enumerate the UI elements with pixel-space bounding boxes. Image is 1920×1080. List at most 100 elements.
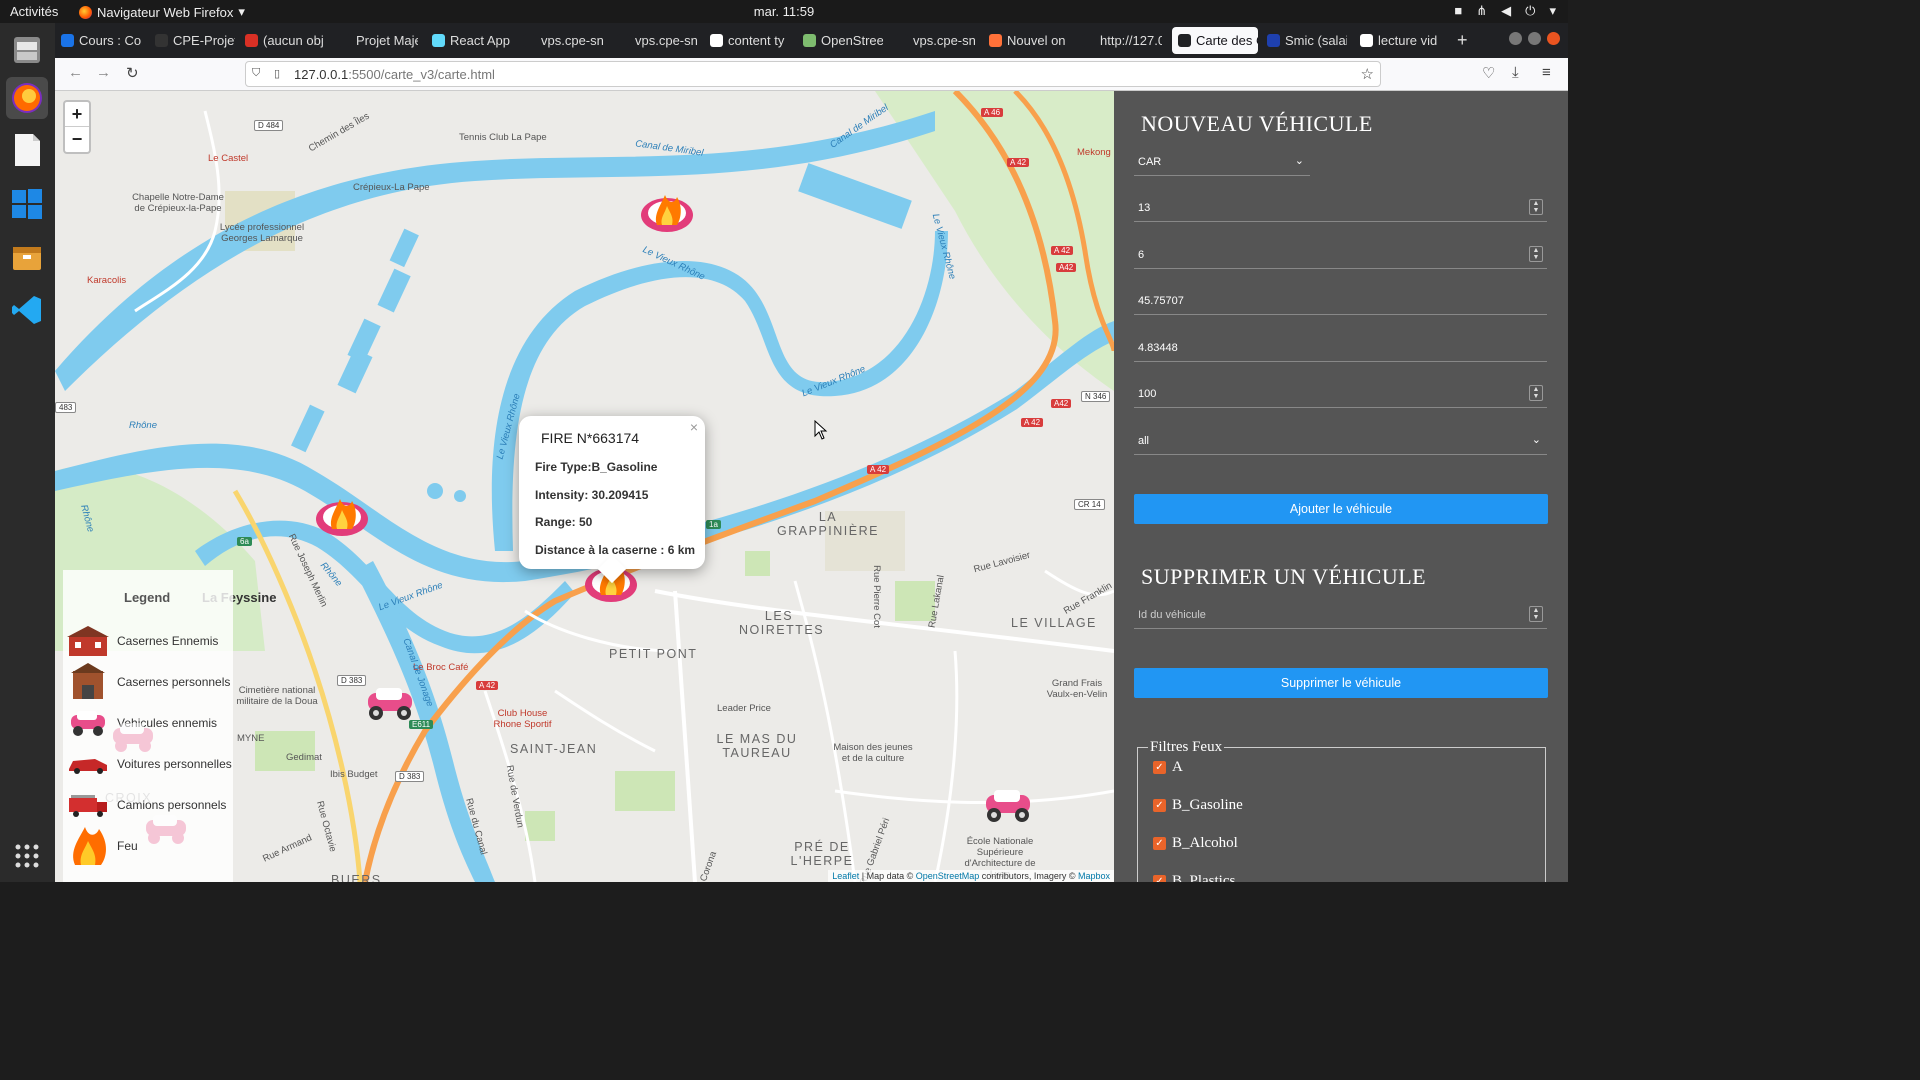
- bookmark-star-icon[interactable]: ☆: [1361, 65, 1374, 83]
- legend-label: Casernes Ennemis: [117, 634, 219, 648]
- tab-label: CPE-Projet: [173, 33, 235, 48]
- delete-vehicle-button[interactable]: Supprimer le véhicule: [1134, 668, 1548, 698]
- browser-tab[interactable]: (aucun obj: [245, 27, 325, 54]
- filter-select[interactable]: all ⌄: [1134, 429, 1547, 455]
- pocket-icon[interactable]: ♡: [1482, 64, 1495, 82]
- zoom-in-button[interactable]: +: [65, 102, 89, 127]
- leaflet-link[interactable]: Leaflet: [832, 871, 859, 881]
- clock[interactable]: mar. 11:59: [0, 4, 1568, 19]
- browser-tab[interactable]: OpenStree: [803, 27, 883, 54]
- dock-firefox[interactable]: [6, 77, 48, 119]
- url-host: 127.0.0.1: [294, 67, 349, 82]
- chevron-down-icon: ⌄: [1531, 434, 1541, 446]
- attribution-text-2: contributors, Imagery ©: [979, 871, 1078, 881]
- longitude-field[interactable]: 4.83448: [1134, 336, 1547, 362]
- browser-tab[interactable]: vps.cpe-sn.fr:: [523, 27, 603, 54]
- zoom-out-button[interactable]: −: [65, 127, 89, 152]
- vehicle-field-5[interactable]: 100 ▲ ▼: [1134, 382, 1547, 408]
- reload-icon[interactable]: ↻: [126, 64, 139, 82]
- tab-label: Smic (salai: [1285, 33, 1347, 48]
- fire-filter-checkbox[interactable]: ✓ B_Gasoline: [1153, 797, 1243, 814]
- forward-arrow-icon[interactable]: →: [96, 64, 111, 81]
- vehicle-field-2[interactable]: 6 ▲ ▼: [1134, 243, 1547, 269]
- map-label-la-grappiniere: LA GRAPPINIÈRE: [777, 510, 879, 538]
- dock-windows-app[interactable]: [6, 183, 48, 225]
- new-tab-button[interactable]: +: [1457, 27, 1468, 54]
- vehicle-field-1[interactable]: 13 ▲ ▼: [1134, 196, 1547, 222]
- osm-link[interactable]: OpenStreetMap: [916, 871, 980, 881]
- spinner-icon[interactable]: ▲ ▼: [1529, 385, 1543, 401]
- enemy-vehicle-marker[interactable]: [980, 785, 1036, 830]
- vehicle-id-placeholder: Id du véhicule: [1138, 609, 1206, 621]
- spinner-icon[interactable]: ▲ ▼: [1529, 606, 1543, 622]
- tab-favicon-icon: [989, 34, 1002, 47]
- shield-icon[interactable]: ⛉: [252, 67, 260, 80]
- enemy-vehicle-icon: [146, 815, 186, 844]
- longitude-value: 4.83448: [1138, 342, 1178, 354]
- vehicle-type-select[interactable]: CAR ⌄: [1134, 150, 1310, 176]
- road-shield: A 42: [1051, 246, 1074, 255]
- enemy-vehicle-marker[interactable]: [141, 811, 191, 852]
- tab-active[interactable]: Carte des C×: [1172, 27, 1258, 54]
- menu-icon[interactable]: ≡: [1542, 64, 1551, 81]
- power-icon: ⏻: [1525, 3, 1536, 18]
- dock-archive-app[interactable]: [6, 237, 48, 279]
- map-label-cimetiere: Cimetière national militaire de la Doua: [236, 685, 318, 707]
- zoom-control: + −: [63, 100, 91, 154]
- vehicle-id-input[interactable]: Id du véhicule ▲ ▼: [1134, 603, 1547, 629]
- popup-close-button[interactable]: ×: [690, 419, 698, 435]
- spinner-icon[interactable]: ▲ ▼: [1529, 199, 1543, 215]
- tab-label: (aucun obj: [263, 33, 324, 48]
- url-bar[interactable]: ⛉ ▯ 127.0.0.1:5500/carte_v3/carte.html ☆: [245, 61, 1381, 87]
- map-label-ibis: Ibis Budget: [330, 769, 378, 780]
- close-window-icon[interactable]: [1547, 32, 1560, 45]
- dock-vscode[interactable]: [6, 289, 48, 331]
- fire-marker[interactable]: [639, 191, 695, 240]
- fire-filters-title: Filtres Feux: [1148, 739, 1225, 756]
- fire-marker[interactable]: [314, 495, 370, 544]
- road-shield: D 484: [254, 120, 284, 131]
- browser-tab[interactable]: http://127.0.0: [1082, 27, 1162, 54]
- browser-tab[interactable]: vps.cpe-sn.fr:: [617, 27, 697, 54]
- map-container[interactable]: Tennis Club La Pape Canal de Miribel Canal…: [55, 91, 1114, 882]
- browser-tab[interactable]: Projet Majeur: [338, 27, 418, 54]
- fire-filter-label: A: [1172, 759, 1183, 775]
- tab-favicon-icon: [1178, 34, 1191, 47]
- box-icon: [13, 247, 41, 270]
- add-vehicle-button[interactable]: Ajouter le véhicule: [1134, 494, 1548, 524]
- back-arrow-icon[interactable]: ←: [68, 64, 83, 81]
- new-vehicle-title: NOUVEAU VÉHICULE: [1141, 111, 1373, 136]
- mapbox-link[interactable]: Mapbox: [1078, 871, 1110, 881]
- dock-show-apps[interactable]: [6, 835, 48, 877]
- spinner-icon[interactable]: ▲ ▼: [1529, 246, 1543, 262]
- download-icon[interactable]: ⤓: [1512, 64, 1519, 81]
- enemy-vehicle-marker[interactable]: [108, 719, 158, 760]
- browser-tab[interactable]: Cours : Cor: [61, 27, 141, 54]
- system-tray[interactable]: ■ ⋔ ◀ ⏻ ▾: [1454, 3, 1556, 19]
- fire-filter-checkbox[interactable]: ✓ A: [1153, 759, 1183, 776]
- checkmark-icon[interactable]: ✓: [1153, 837, 1166, 850]
- browser-tab[interactable]: React App: [432, 27, 512, 54]
- latitude-field[interactable]: 45.75707: [1134, 289, 1547, 315]
- maximize-icon[interactable]: [1528, 32, 1541, 45]
- browser-tab[interactable]: CPE-Projet: [155, 27, 235, 54]
- dock-text-editor[interactable]: [6, 129, 48, 171]
- fire-filter-checkbox[interactable]: ✓ B_Plastics: [1153, 873, 1235, 882]
- checkmark-icon[interactable]: ✓: [1153, 875, 1166, 882]
- browser-tab[interactable]: vps.cpe-sn.fr:: [895, 27, 975, 54]
- minimize-icon[interactable]: [1509, 32, 1522, 45]
- road-shield: N 346: [1081, 391, 1111, 402]
- document-icon: [15, 134, 40, 166]
- fire-filter-checkbox[interactable]: ✓ B_Alcohol: [1153, 835, 1238, 852]
- browser-tab[interactable]: Nouvel on: [989, 27, 1069, 54]
- road-shield: A42: [1056, 263, 1077, 272]
- app-grid-icon: [15, 844, 39, 868]
- checkmark-icon[interactable]: ✓: [1153, 799, 1166, 812]
- dock-files-app[interactable]: [6, 29, 48, 71]
- browser-tab[interactable]: content ty: [710, 27, 790, 54]
- browser-tab[interactable]: lecture vid: [1360, 27, 1440, 54]
- tab-favicon-icon: [710, 34, 723, 47]
- checkmark-icon[interactable]: ✓: [1153, 761, 1166, 774]
- enemy-vehicle-marker[interactable]: [362, 683, 418, 728]
- browser-tab[interactable]: Smic (salai: [1267, 27, 1347, 54]
